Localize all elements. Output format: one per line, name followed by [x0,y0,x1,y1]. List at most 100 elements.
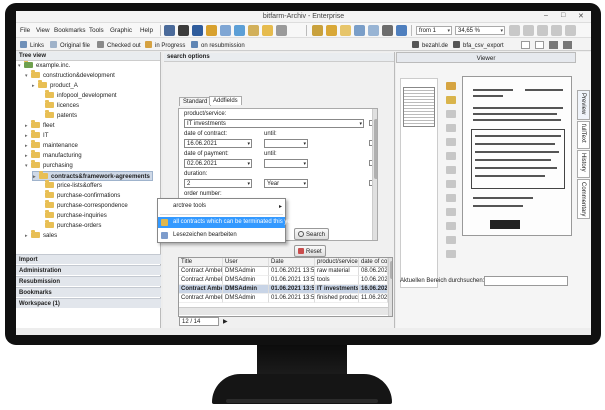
payment-date-input[interactable]: 02.06.2021 ▾ [184,159,252,168]
column-header-product[interactable]: product/service [315,258,359,267]
layout-icon[interactable] [563,41,572,49]
column-header-date[interactable]: Date [269,258,315,267]
column-header-date-of-contract[interactable]: date of co [359,258,388,267]
tree-node[interactable]: purchase-confirmations [39,190,120,201]
menu-item-terminable-contracts[interactable]: all contracts which can be terminated th… [158,217,296,228]
delete-icon[interactable] [382,25,393,36]
checked-out-toggle[interactable]: Checked out [97,41,141,49]
duration-input[interactable]: 2 ▾ [184,179,252,188]
tool-highlight[interactable] [444,164,458,176]
rotate-icon[interactable] [537,25,548,36]
in-progress-toggle[interactable]: in Progress [145,41,185,49]
find-input[interactable] [484,276,568,286]
tool-rectangle[interactable] [444,192,458,204]
panel-toggle-icon[interactable] [535,41,544,49]
original-file-toggle[interactable]: Original file [50,41,90,49]
column-header-title[interactable]: Title [179,258,223,267]
on-resubmission-toggle[interactable]: on resubmission [191,41,245,49]
pager-next-icon[interactable]: ▶ [223,318,228,325]
panel-toggle-icon[interactable] [521,41,530,49]
menu-item-arctree-tools[interactable]: arctree tools ▸ [158,201,285,212]
search-button[interactable]: Search [294,228,330,240]
accordion-workspace[interactable]: Workspace (1) [16,298,161,308]
email-icon[interactable] [220,25,231,36]
settings-icon[interactable] [549,41,558,49]
csv-export-button[interactable]: bfa_csv_export [453,41,504,49]
table-scrollbar[interactable] [388,258,392,316]
accordion-import[interactable]: Import [16,254,161,264]
links-toggle[interactable]: Links [20,41,44,49]
zoom-select[interactable]: 34,65 % ▾ [455,26,505,35]
tool-text[interactable] [444,150,458,162]
tool-cursor[interactable] [444,80,458,92]
menu-file[interactable]: File [20,27,30,34]
tool-stamp[interactable] [444,220,458,232]
clipboard-icon[interactable] [276,25,287,36]
scrollbar-thumb[interactable] [374,119,377,179]
page-thumbnail[interactable] [403,87,435,127]
menu-graphic[interactable]: Graphic [110,27,132,34]
scrollbar-thumb[interactable] [390,261,392,279]
fullscreen-icon[interactable] [565,25,576,36]
menu-tools[interactable]: Tools [89,27,104,34]
table-row[interactable]: Contract Ambela DMSAdmin 01.06.2021 13:5… [179,267,388,276]
open-folder-icon[interactable] [206,25,217,36]
tree-node[interactable]: ▸ IT [25,130,48,141]
send-icon[interactable] [234,25,245,36]
zoom-out-icon[interactable] [523,25,534,36]
list-view-icon[interactable] [164,25,175,36]
close-button[interactable]: ✕ [578,12,584,20]
edit-icon[interactable] [312,25,323,36]
tree-node[interactable]: infopool_development [39,90,117,101]
form-scrollbar[interactable] [372,109,377,240]
tab-standard[interactable]: Standard [179,97,212,106]
table-row-selected[interactable]: Contract Ambe DMSAdmin 01.06.2021 13:5 I… [179,285,388,294]
column-header-user[interactable]: User [223,258,269,267]
table-hscrollbar[interactable] [179,307,388,315]
tool-note[interactable] [444,234,458,246]
tree-node[interactable]: ▸ sales [25,230,57,241]
menu-view[interactable]: View [36,27,50,34]
table-row[interactable]: Contract Ambela DMSAdmin 01.06.2021 13:5… [179,276,388,285]
zoom-in-icon[interactable] [509,25,520,36]
tool-ellipse[interactable] [444,206,458,218]
tree-node[interactable]: ▸ fleet [25,120,55,131]
tree-node[interactable]: ▾ example.inc. [18,61,70,71]
contract-date-input[interactable]: 16.06.2021 ▾ [184,139,252,148]
tab-fulltext[interactable]: fullText [577,121,590,149]
print-icon[interactable] [248,25,259,36]
tree-node[interactable]: purchase-correspondence [39,200,128,211]
tree-node[interactable]: ▸ product_A [32,80,78,91]
tab-preview[interactable]: Preview [577,90,590,120]
menu-bookmarks[interactable]: Bookmarks [54,27,86,34]
tree-node[interactable]: purchase-orders [39,220,101,231]
table-row[interactable]: Contract Ambela DMSAdmin 01.06.2021 13:5… [179,294,388,303]
tab-commentary[interactable]: Commentary [577,179,590,219]
minimize-button[interactable]: – [544,12,548,19]
tree-node-selected[interactable]: ▸ contracts&framework-agreements [32,171,153,181]
accordion-bookmarks[interactable]: Bookmarks [16,287,161,297]
tool-save[interactable] [444,108,458,120]
tree-node[interactable]: purchase-inquiries [39,210,107,221]
menu-help[interactable]: Help [140,27,153,34]
tree-node[interactable]: ▾ purchasing [25,160,73,171]
accordion-resubmission[interactable]: Resubmission [16,276,161,286]
payment-until-input[interactable]: ▾ [264,159,308,168]
link-icon[interactable] [354,25,365,36]
product-select[interactable]: IT investments ▾ [184,119,364,128]
document-preview[interactable] [462,76,572,236]
tool-copy[interactable] [444,122,458,134]
page-from-field[interactable]: from 1 ▾ [416,26,452,35]
fit-page-icon[interactable] [551,25,562,36]
tool-select[interactable] [444,136,458,148]
duration-unit-select[interactable]: Year ▾ [264,179,308,188]
tool-lock[interactable] [444,94,458,106]
tiles-view-icon[interactable] [192,25,203,36]
key-icon[interactable] [340,25,351,36]
stepper-icon[interactable]: ▾ [247,181,250,187]
tag-icon[interactable] [326,25,337,36]
grid-view-icon[interactable] [178,25,189,36]
reset-button[interactable]: Reset [294,245,326,257]
copy-icon[interactable] [368,25,379,36]
import-icon[interactable] [262,25,273,36]
